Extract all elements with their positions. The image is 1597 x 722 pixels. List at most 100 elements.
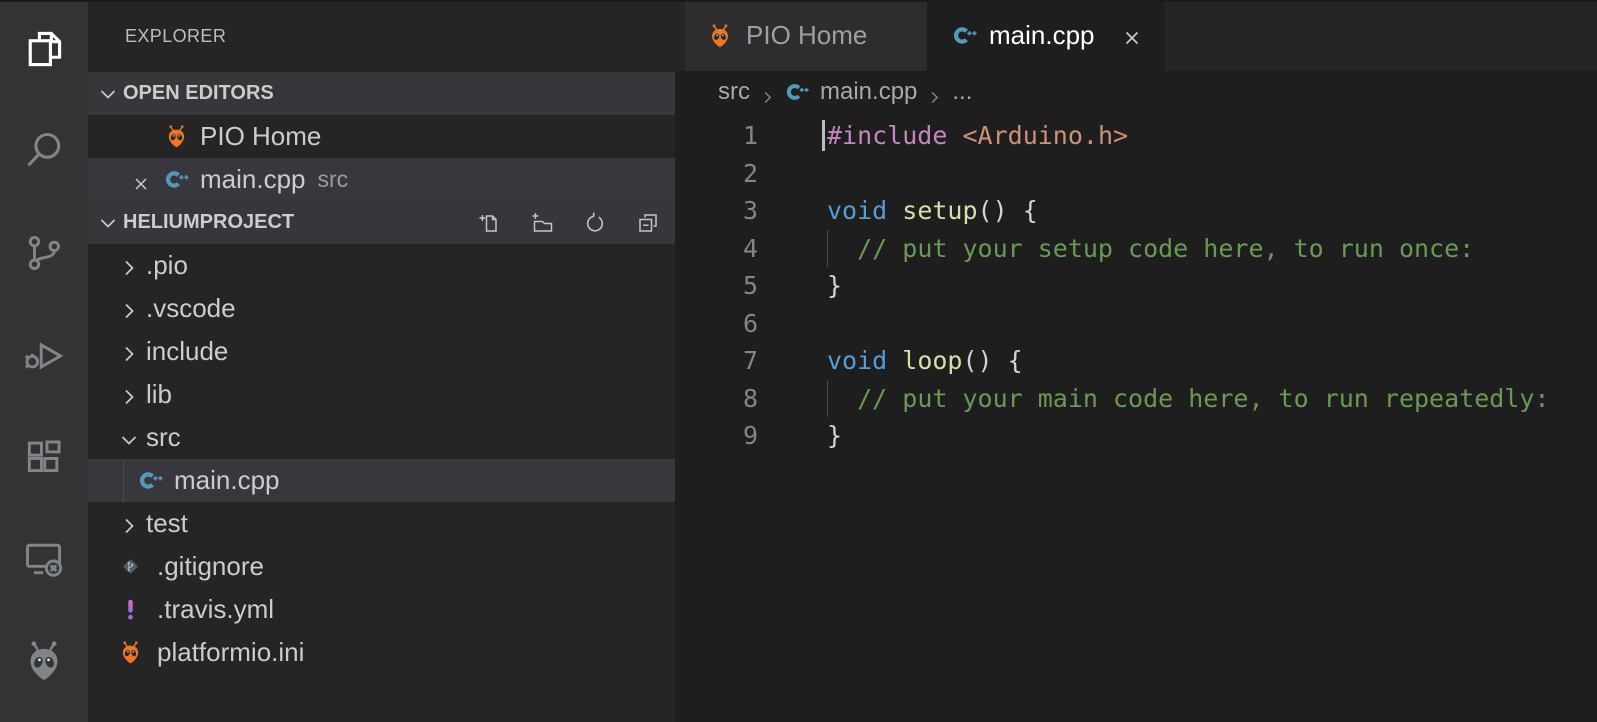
- editor-group: PIO Homemain.cpp srcmain.cpp... 1#includ…: [675, 0, 1597, 722]
- code-token: [887, 196, 902, 225]
- activity-bar-item-explorer[interactable]: [0, 0, 88, 102]
- open-editors-header[interactable]: OPEN EDITORS: [88, 72, 675, 115]
- code-token: #include: [827, 121, 947, 150]
- window-top-border: [0, 0, 1597, 2]
- code-token: void: [827, 346, 887, 375]
- code-token: loop: [902, 346, 962, 375]
- tree-item-src[interactable]: src: [88, 416, 675, 459]
- indent-guide: [827, 230, 828, 268]
- tree-item-label: .vscode: [146, 293, 236, 324]
- close-editor-icon[interactable]: [131, 170, 151, 190]
- code-line: 6: [675, 305, 1597, 343]
- platformio-icon: [22, 639, 66, 688]
- breadcrumb-item-[interactable]: ...: [952, 78, 972, 106]
- code-line: 8 // put your main code here, to run rep…: [675, 380, 1597, 418]
- chevron-right-icon: [926, 85, 943, 102]
- chevron-down-icon: [118, 427, 140, 449]
- open-editor-label: main.cpp: [200, 164, 306, 195]
- collapse-all-icon[interactable]: [636, 211, 660, 235]
- activity-bar-item-run-and-debug[interactable]: [0, 306, 88, 408]
- tree-item-pio[interactable]: .pio: [88, 244, 675, 287]
- tab-main-cpp[interactable]: main.cpp: [927, 0, 1165, 71]
- activity-bar-item-platformio[interactable]: [0, 612, 88, 714]
- tree-item-main-cpp[interactable]: main.cpp: [88, 459, 675, 502]
- open-editor-label: PIO Home: [200, 121, 321, 152]
- line-number: 7: [675, 342, 758, 380]
- line-content: // put your main code here, to run repea…: [827, 380, 1549, 418]
- tree-item-vscode[interactable]: .vscode: [88, 287, 675, 330]
- code-token: [947, 121, 962, 150]
- chevron-down-icon: [97, 212, 119, 234]
- source-control-icon: [22, 231, 66, 280]
- code-line: 9}: [675, 417, 1597, 455]
- line-number: 6: [675, 305, 758, 343]
- chevron-right-icon: [118, 255, 140, 277]
- line-number: 3: [675, 192, 758, 230]
- tree-item-gitignore[interactable]: .gitignore: [88, 545, 675, 588]
- close-tab-icon[interactable]: [1121, 25, 1143, 47]
- editor-tabbar: PIO Home main.cpp: [675, 0, 1597, 71]
- vscode-window: EXPLORER OPEN EDITORS PIO Homemain.cppsr…: [0, 0, 1597, 722]
- tree-item-platformio-ini[interactable]: platformio.ini: [88, 631, 675, 674]
- travis-file-icon: [118, 597, 143, 622]
- open-editor-pio-home[interactable]: PIO Home: [88, 115, 675, 158]
- cpp-file-icon: [164, 167, 189, 192]
- remote-explorer-icon: [22, 537, 66, 586]
- line-content: #include <Arduino.h>: [827, 117, 1128, 155]
- tab-label: PIO Home: [746, 20, 867, 51]
- line-number: 2: [675, 155, 758, 193]
- code-token: }: [827, 271, 842, 300]
- line-content: }: [827, 417, 842, 455]
- chevron-right-icon: [118, 384, 140, 406]
- line-number: 5: [675, 267, 758, 305]
- chevron-right-icon: [759, 85, 776, 102]
- code-token: // put your setup code here, to run once…: [857, 234, 1474, 263]
- activity-bar-item-extensions[interactable]: [0, 408, 88, 510]
- code-line: 2: [675, 155, 1597, 193]
- file-tree: .pio .vscode include lib srcmain.cpptest.git…: [88, 244, 675, 674]
- line-number: 9: [675, 417, 758, 455]
- platformio-ant-icon: [118, 640, 143, 665]
- tree-item-test[interactable]: test: [88, 502, 675, 545]
- breadcrumb-item-src[interactable]: src: [718, 78, 750, 106]
- activity-bar-item-search[interactable]: [0, 102, 88, 204]
- activity-bar-item-remote-explorer[interactable]: [0, 510, 88, 612]
- indent-guide: [827, 380, 828, 418]
- search-icon: [22, 129, 66, 178]
- code-token: () {: [963, 346, 1023, 375]
- open-editor-main-cpp[interactable]: main.cppsrc: [88, 158, 675, 201]
- chevron-right-icon: [118, 341, 140, 363]
- refresh-icon[interactable]: [583, 211, 607, 235]
- code-token: () {: [978, 196, 1038, 225]
- tree-item-travis-yml[interactable]: .travis.yml: [88, 588, 675, 631]
- cpp-file-icon: [785, 80, 809, 104]
- tree-item-include[interactable]: include: [88, 330, 675, 373]
- tree-item-label: include: [146, 336, 228, 367]
- line-number: 4: [675, 230, 758, 268]
- explorer-sidebar: EXPLORER OPEN EDITORS PIO Homemain.cppsr…: [88, 0, 675, 722]
- project-header-actions: [477, 211, 675, 235]
- breadcrumb-item-main-cpp[interactable]: main.cpp: [820, 78, 917, 106]
- files-icon: [22, 27, 66, 76]
- tree-item-label: .travis.yml: [157, 594, 274, 625]
- platformio-ant-icon: [707, 23, 733, 49]
- breadcrumb: src main.cpp...: [675, 71, 1597, 113]
- new-folder-icon[interactable]: [530, 211, 554, 235]
- code-line: 3 void setup() {: [675, 192, 1597, 230]
- new-file-icon[interactable]: [477, 211, 501, 235]
- project-header[interactable]: HELIUMPROJECT: [88, 201, 675, 244]
- indent-guide: [123, 459, 124, 502]
- chevron-right-icon: [118, 513, 140, 535]
- extensions-icon: [22, 435, 66, 484]
- code-token: }: [827, 421, 842, 450]
- cpp-file-icon: [952, 23, 977, 48]
- line-content: void setup() {: [827, 192, 1038, 230]
- tab-pio-home[interactable]: PIO Home: [685, 0, 927, 71]
- chevron-down-icon: [97, 83, 119, 105]
- tree-item-lib[interactable]: lib: [88, 373, 675, 416]
- code-token: void: [827, 196, 887, 225]
- activity-bar-item-source-control[interactable]: [0, 204, 88, 306]
- open-editors-header-label: OPEN EDITORS: [123, 82, 274, 105]
- tree-item-label: lib: [146, 379, 172, 410]
- code-editor[interactable]: 1#include <Arduino.h>23void setup() {4 /…: [675, 117, 1597, 455]
